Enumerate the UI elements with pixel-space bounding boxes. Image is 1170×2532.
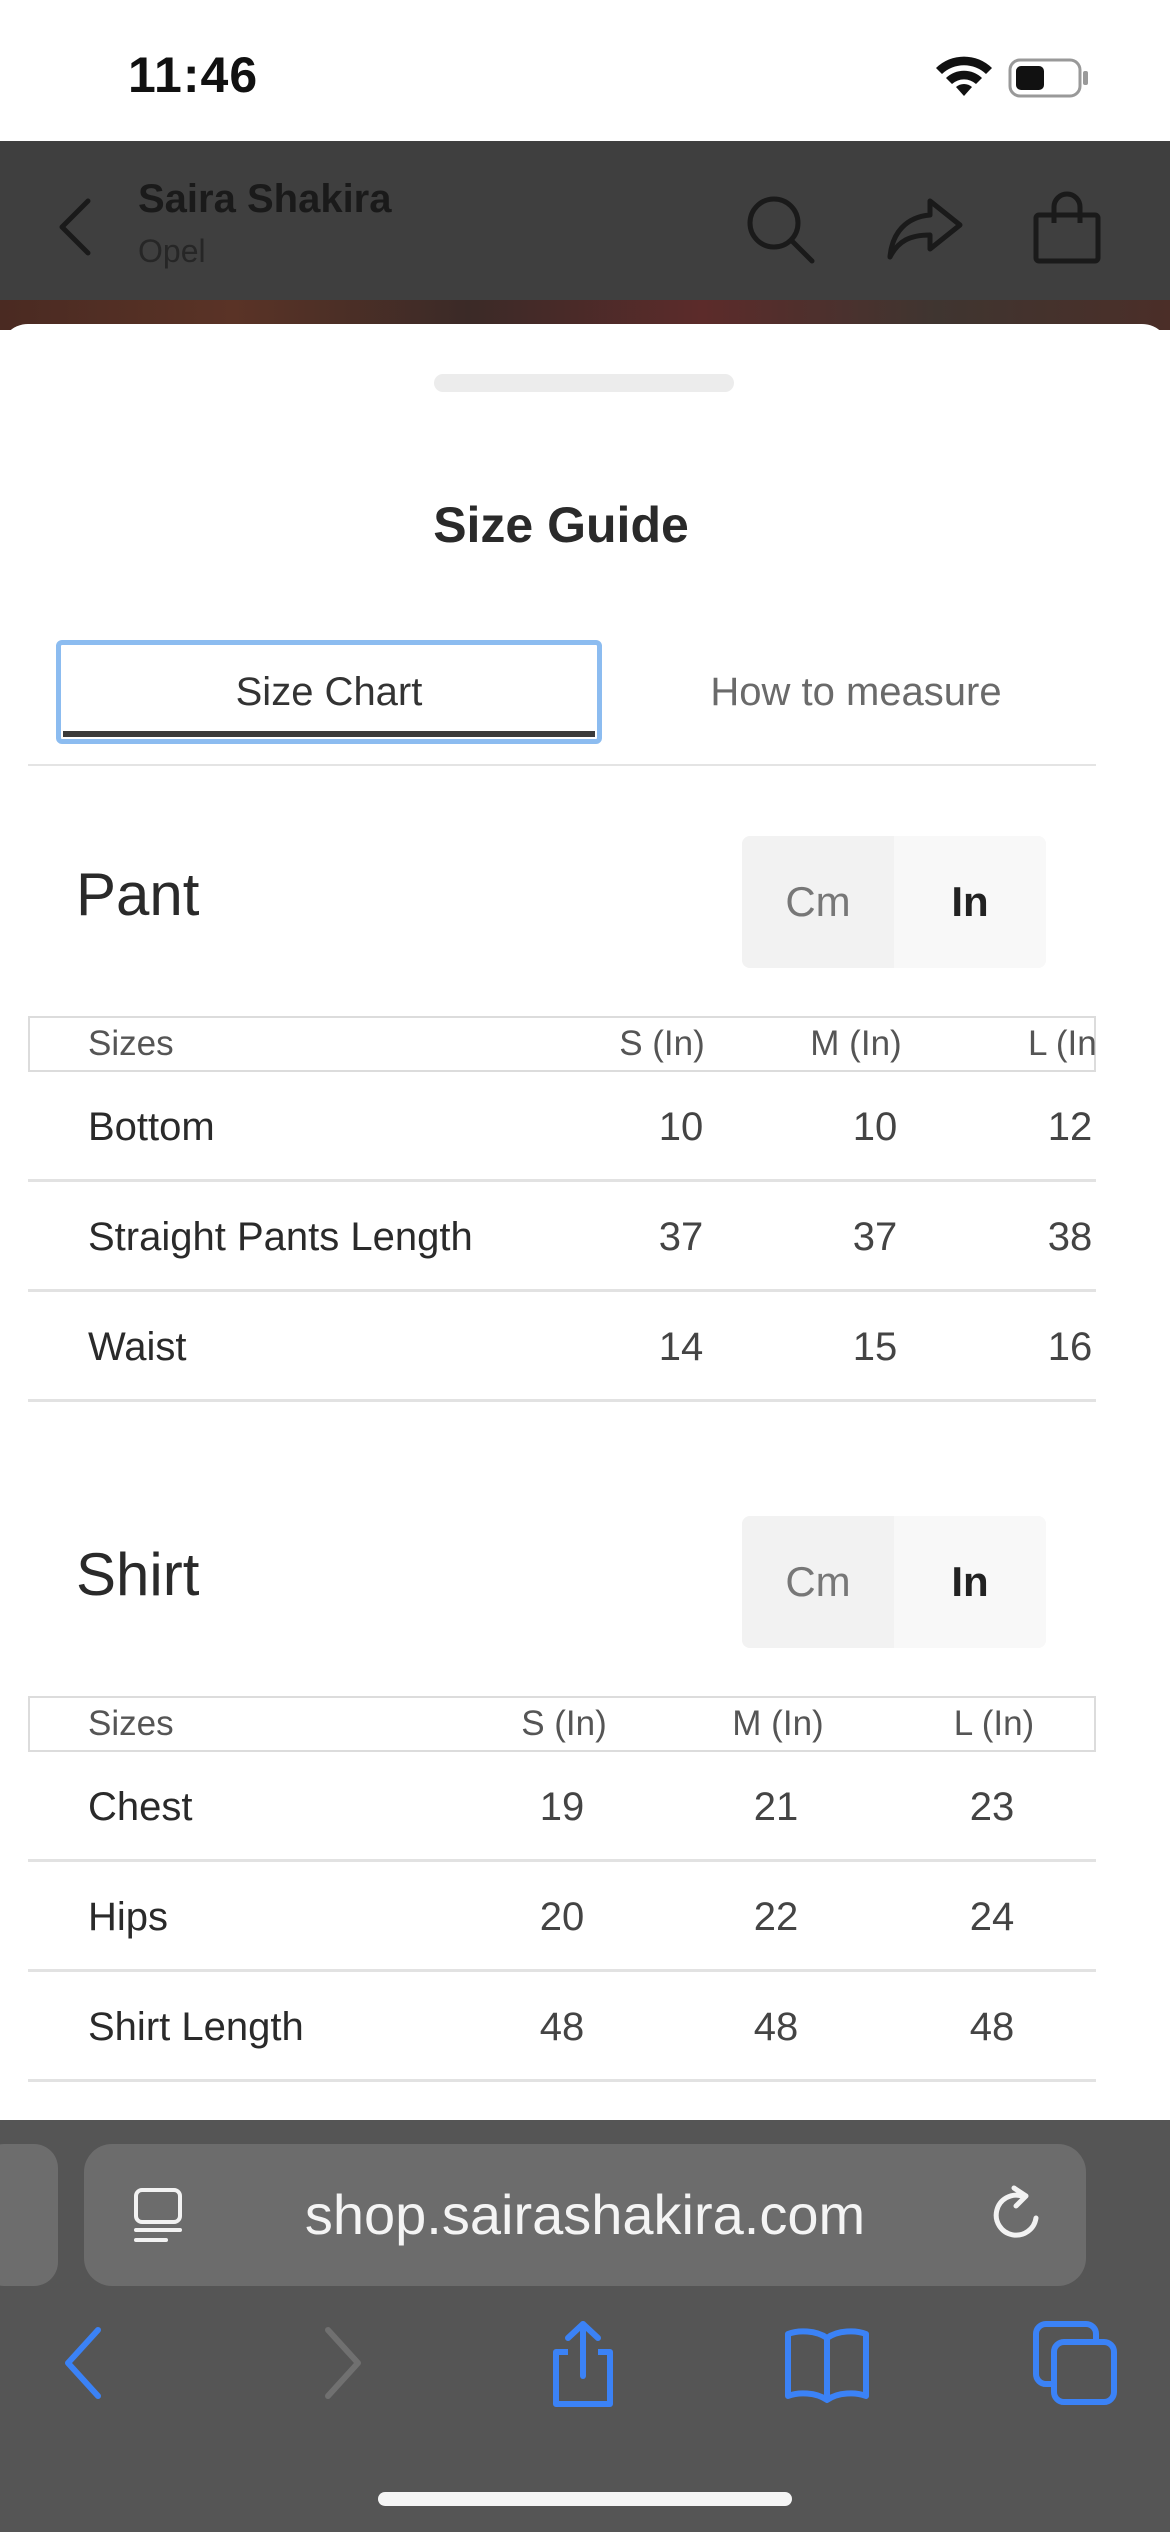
row-label: Hips bbox=[88, 1895, 169, 1939]
cell-value: 15 bbox=[852, 1325, 898, 1369]
app-header: Saira Shakira Opel bbox=[0, 141, 1170, 314]
column-header: M (In) bbox=[732, 1704, 824, 1743]
table-row: Straight Pants Length 37 37 38 bbox=[28, 1182, 1096, 1292]
battery-icon bbox=[1008, 58, 1088, 98]
reload-icon[interactable] bbox=[986, 2184, 1048, 2246]
cell-value: 16 bbox=[1047, 1325, 1093, 1369]
cell-value: 23 bbox=[969, 1785, 1015, 1829]
shirt-unit-in[interactable]: In bbox=[894, 1516, 1046, 1648]
row-label: Waist bbox=[88, 1325, 187, 1369]
cell-value: 21 bbox=[753, 1785, 799, 1829]
cell-value: 48 bbox=[539, 2005, 585, 2049]
cell-value: 12 bbox=[1047, 1105, 1093, 1149]
url-text[interactable]: shop.sairashakira.com bbox=[84, 2144, 1086, 2286]
column-header: L (In) bbox=[1028, 1024, 1096, 1063]
cell-value: 24 bbox=[969, 1895, 1015, 1939]
table-row: Waist 14 15 16 bbox=[28, 1292, 1096, 1402]
status-time: 11:46 bbox=[128, 47, 259, 103]
tab-how-to-measure[interactable]: How to measure bbox=[616, 640, 1096, 744]
table-header: Sizes S (In) M (In) L (In) bbox=[28, 1696, 1096, 1752]
home-indicator bbox=[378, 2492, 792, 2506]
tabs-icon[interactable] bbox=[1030, 2318, 1120, 2408]
sheet-title: Size Guide bbox=[433, 497, 689, 553]
wifi-icon bbox=[936, 56, 992, 96]
shirt-unit-cm[interactable]: Cm bbox=[742, 1516, 894, 1648]
shirt-size-table: Sizes S (In) M (In) L (In) Chest 19 21 2… bbox=[28, 1696, 1096, 2082]
cell-value: 38 bbox=[1047, 1215, 1093, 1259]
share-sheet-icon[interactable] bbox=[538, 2318, 628, 2408]
browser-toolbar: shop.sairashakira.com bbox=[0, 2120, 1170, 2532]
cell-value: 48 bbox=[969, 2005, 1015, 2049]
previous-tab-pill[interactable] bbox=[0, 2144, 58, 2286]
table-row: Bottom 10 10 12 bbox=[28, 1072, 1096, 1182]
bookmarks-icon[interactable] bbox=[782, 2318, 872, 2408]
table-row: Hips 20 22 24 bbox=[28, 1862, 1096, 1972]
pant-section-title: Pant bbox=[76, 861, 200, 928]
browser-forward-icon[interactable] bbox=[296, 2318, 386, 2408]
pant-unit-in[interactable]: In bbox=[894, 836, 1046, 968]
column-header: Sizes bbox=[88, 1024, 174, 1063]
shirt-unit-toggle: Cm In bbox=[742, 1516, 1046, 1648]
cell-value: 10 bbox=[852, 1105, 898, 1149]
brand-title: Saira Shakira bbox=[138, 177, 392, 221]
search-icon[interactable] bbox=[742, 191, 816, 265]
address-bar[interactable]: shop.sairashakira.com bbox=[84, 2144, 1086, 2286]
tab-size-chart[interactable]: Size Chart bbox=[56, 640, 602, 744]
table-header: Sizes S (In) M (In) L (In) bbox=[28, 1016, 1096, 1072]
column-header: M (In) bbox=[810, 1024, 902, 1063]
size-guide-sheet: Size Guide Size Chart How to measure Pan… bbox=[0, 324, 1170, 2120]
browser-back-icon[interactable] bbox=[40, 2318, 130, 2408]
row-label: Bottom bbox=[88, 1105, 215, 1149]
product-subtitle: Opel bbox=[138, 233, 206, 269]
row-label: Shirt Length bbox=[88, 2005, 304, 2049]
column-header: Sizes bbox=[88, 1704, 174, 1743]
cell-value: 37 bbox=[658, 1215, 704, 1259]
shirt-section-title: Shirt bbox=[76, 1541, 200, 1608]
pant-size-table: Sizes S (In) M (In) L (In) Bottom 10 10 … bbox=[28, 1016, 1096, 1402]
row-label: Chest bbox=[88, 1785, 193, 1829]
cell-value: 14 bbox=[658, 1325, 704, 1369]
cell-value: 48 bbox=[753, 2005, 799, 2049]
shopping-bag-icon[interactable] bbox=[1030, 191, 1104, 265]
cell-value: 19 bbox=[539, 1785, 585, 1829]
row-label: Straight Pants Length bbox=[88, 1215, 473, 1259]
cell-value: 37 bbox=[852, 1215, 898, 1259]
sheet-grabber[interactable] bbox=[434, 374, 734, 392]
table-row: Shirt Length 48 48 48 bbox=[28, 1972, 1096, 2082]
cell-value: 20 bbox=[539, 1895, 585, 1939]
share-icon[interactable] bbox=[886, 195, 964, 261]
status-bar: 11:46 bbox=[0, 0, 1170, 141]
size-guide-tabs: Size Chart How to measure bbox=[28, 612, 1096, 766]
cell-value: 10 bbox=[658, 1105, 704, 1149]
column-header: S (In) bbox=[619, 1024, 705, 1063]
pant-unit-cm[interactable]: Cm bbox=[742, 836, 894, 968]
column-header: L (In) bbox=[953, 1704, 1035, 1743]
column-header: S (In) bbox=[521, 1704, 607, 1743]
cell-value: 22 bbox=[753, 1895, 799, 1939]
back-arrow-icon[interactable] bbox=[52, 195, 96, 259]
table-row: Chest 19 21 23 bbox=[28, 1752, 1096, 1862]
pant-unit-toggle: Cm In bbox=[742, 836, 1046, 968]
